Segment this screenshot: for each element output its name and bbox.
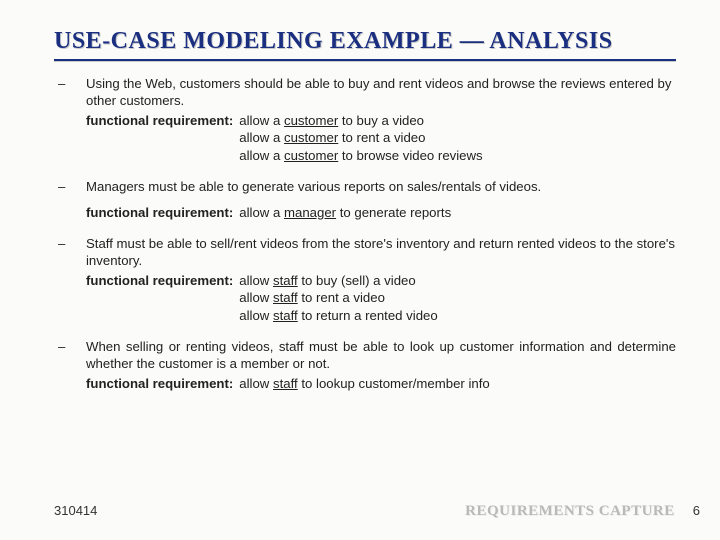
page-number: 6 [693,503,700,518]
actor: customer [284,130,338,145]
fr-line: allow staff to lookup customer/member in… [239,375,489,392]
functional-requirement: functional requirement:allow a customer … [86,112,676,164]
fr-line: allow a manager to generate reports [239,204,451,221]
fr-line: allow a customer to browse video reviews [239,147,482,164]
actor: staff [273,273,298,288]
title-text: USE-CASE MODELING EXAMPLE — ANALYSIS [54,28,613,54]
bullet-item: –Managers must be able to generate vario… [54,178,676,221]
fr-label: functional requirement: [86,204,239,221]
fr-label: functional requirement: [86,112,239,164]
bullet-dash: – [54,75,86,164]
slide: USE-CASE MODELING EXAMPLE — ANALYSIS –Us… [0,0,720,540]
bullet-text: Using the Web, customers should be able … [86,75,676,110]
actor: staff [273,376,298,391]
slide-title: USE-CASE MODELING EXAMPLE — ANALYSIS [54,28,676,55]
fr-lines: allow a customer to buy a videoallow a c… [239,112,482,164]
fr-label: functional requirement: [86,375,239,392]
bullet-content: Staff must be able to sell/rent videos f… [86,235,676,324]
bullet-content: Managers must be able to generate variou… [86,178,676,221]
bullet-text: Staff must be able to sell/rent videos f… [86,235,676,270]
fr-lines: allow a manager to generate reports [239,204,451,221]
fr-line: allow staff to rent a video [239,289,437,306]
fr-line: allow a customer to rent a video [239,129,482,146]
fr-line: allow a customer to buy a video [239,112,482,129]
fr-label: functional requirement: [86,272,239,324]
fr-line: allow staff to return a rented video [239,307,437,324]
bullet-dash: – [54,178,86,221]
title-rule [54,59,676,61]
actor: staff [273,290,298,305]
footer: 310414 REQUIREMENTS CAPTURE 6 [54,503,700,520]
bullet-item: –Using the Web, customers should be able… [54,75,676,164]
slide-body: –Using the Web, customers should be able… [54,75,676,392]
bullet-dash: – [54,338,86,392]
footer-left: 310414 [54,503,97,518]
fr-line: allow staff to buy (sell) a video [239,272,437,289]
bullet-text: Managers must be able to generate variou… [86,178,676,195]
fr-lines: allow staff to lookup customer/member in… [239,375,489,392]
bullet-content: Using the Web, customers should be able … [86,75,676,164]
actor: customer [284,148,338,163]
fr-lines: allow staff to buy (sell) a videoallow s… [239,272,437,324]
bullet-item: –When selling or renting videos, staff m… [54,338,676,392]
footer-right: REQUIREMENTS CAPTURE [465,503,675,520]
bullet-item: –Staff must be able to sell/rent videos … [54,235,676,324]
actor: staff [273,308,298,323]
functional-requirement: functional requirement:allow a manager t… [86,204,676,221]
bullet-content: When selling or renting videos, staff mu… [86,338,676,392]
actor: customer [284,113,338,128]
actor: manager [284,205,336,220]
functional-requirement: functional requirement:allow staff to lo… [86,375,676,392]
functional-requirement: functional requirement:allow staff to bu… [86,272,676,324]
bullet-text: When selling or renting videos, staff mu… [86,338,676,373]
bullet-dash: – [54,235,86,324]
